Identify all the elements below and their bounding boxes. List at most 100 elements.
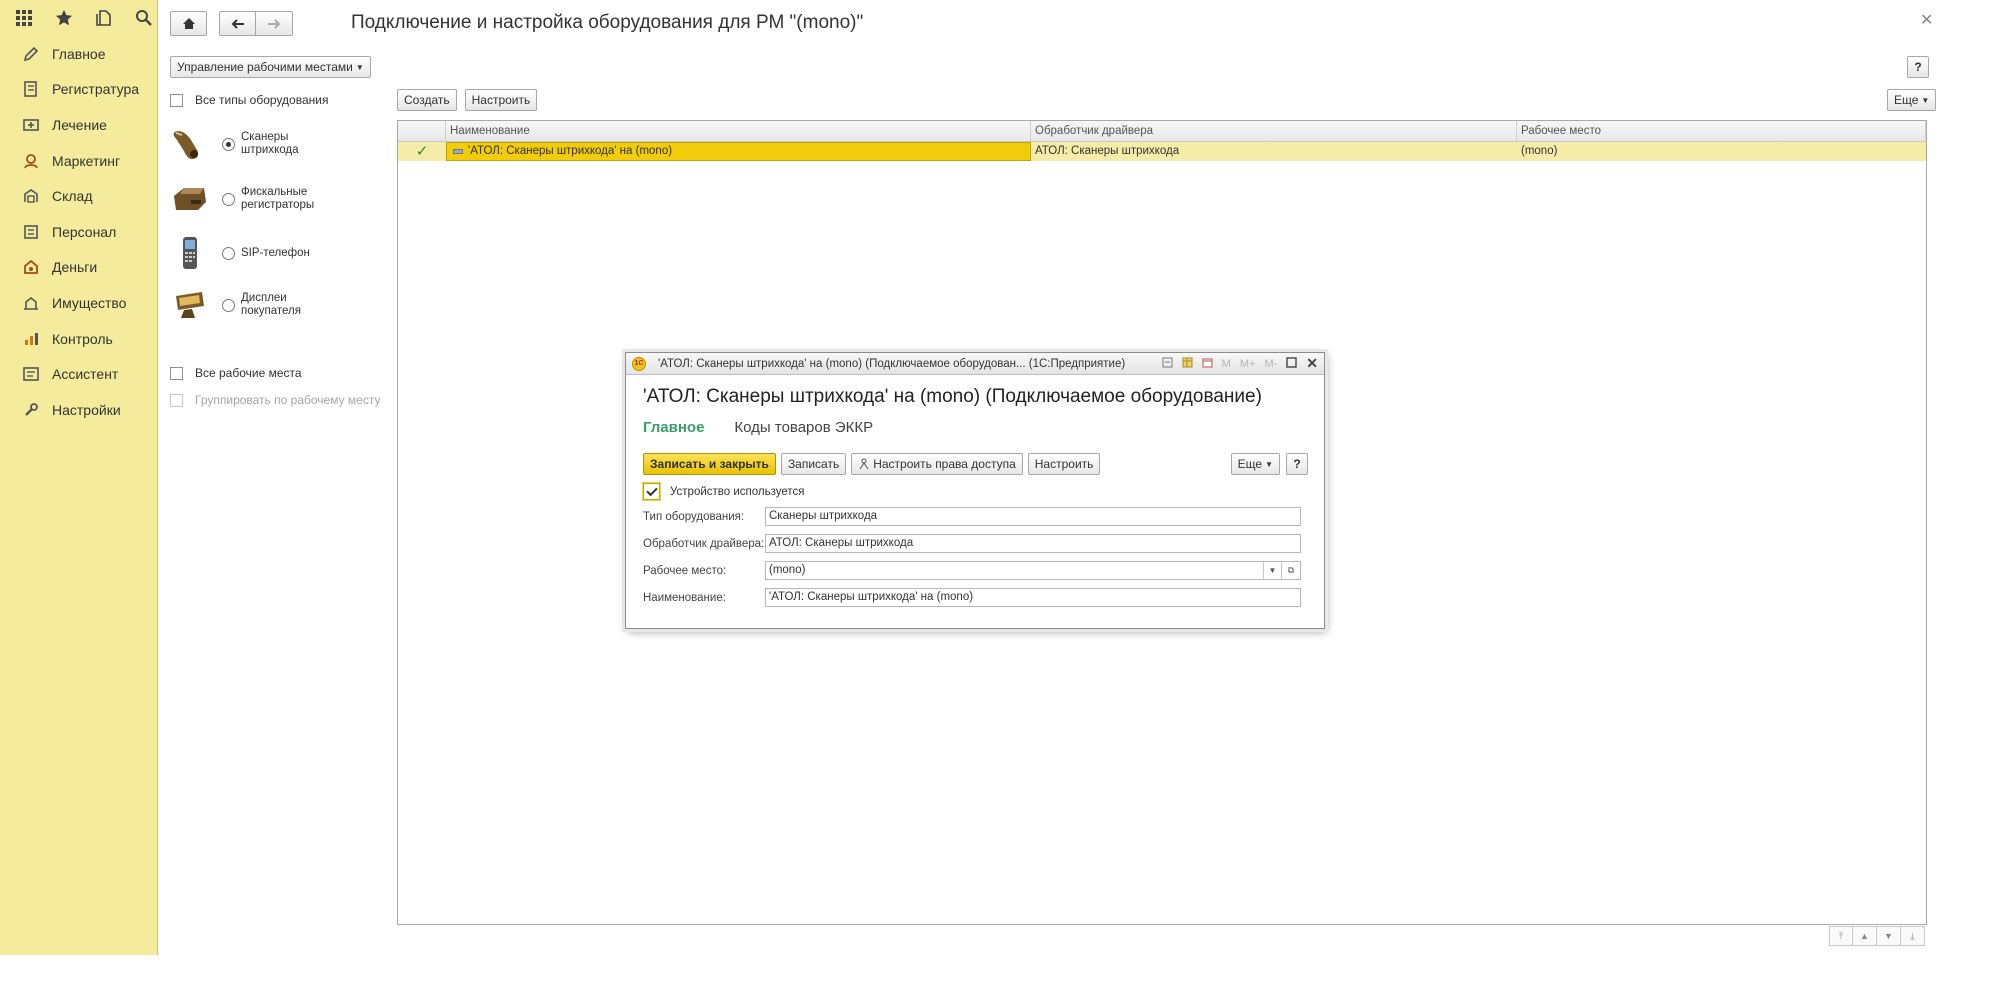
chevron-down-icon: ▼ bbox=[355, 62, 364, 72]
equipment-type-fiscal[interactable]: Фискальные регистраторы bbox=[170, 179, 341, 219]
property-icon bbox=[22, 294, 40, 312]
workplaces-dropdown[interactable]: Управление рабочими местами ▼ bbox=[170, 56, 371, 78]
table-cell-workplace[interactable]: (mono) bbox=[1517, 142, 1926, 161]
sidebar-item-label: Имущество bbox=[52, 294, 127, 311]
checkmark-icon: ✓ bbox=[415, 143, 429, 160]
all-workplaces-checkbox[interactable] bbox=[170, 366, 183, 380]
sidebar-item-marketing[interactable]: Маркетинг bbox=[0, 143, 157, 179]
table-cell-name[interactable]: 'АТОЛ: Сканеры штрихкода' на (mono) bbox=[446, 142, 1031, 161]
access-rights-button[interactable]: Настроить права доступа bbox=[851, 453, 1023, 475]
navigation-buttons bbox=[170, 11, 293, 36]
calendar-icon[interactable] bbox=[1202, 357, 1213, 371]
open-item-icon[interactable]: ⧉ bbox=[1281, 562, 1300, 579]
link-icon[interactable] bbox=[1162, 357, 1173, 371]
column-header-driver[interactable]: Обработчик драйвера bbox=[1031, 121, 1517, 141]
history-nav-group bbox=[219, 11, 293, 36]
sidebar: Главное Регистратура Лечение Маркетинг С… bbox=[0, 0, 158, 955]
workplace-input[interactable]: (mono) ▼ ⧉ bbox=[765, 561, 1301, 580]
search-icon[interactable] bbox=[134, 8, 154, 28]
dialog-configure-button[interactable]: Настроить bbox=[1027, 453, 1101, 475]
save-button[interactable]: Записать bbox=[780, 453, 847, 475]
arrow-right-icon bbox=[268, 18, 281, 29]
fiscal-printer-radio[interactable] bbox=[222, 192, 235, 206]
memory-plus-icon: M+ bbox=[1239, 357, 1256, 370]
row-name-text: 'АТОЛ: Сканеры штрихкода' на (mono) bbox=[468, 145, 673, 157]
scroll-down-icon[interactable]: ▼ bbox=[1877, 926, 1901, 946]
back-button[interactable] bbox=[219, 11, 256, 36]
device-used-label: Устройство используется bbox=[670, 485, 805, 498]
tab-main[interactable]: Главное bbox=[643, 419, 704, 436]
all-types-checkbox[interactable] bbox=[170, 93, 183, 107]
dialog-tabs: Главное Коды товаров ЭККР bbox=[643, 419, 873, 436]
register-icon bbox=[22, 80, 40, 98]
dialog-help-button[interactable]: ? bbox=[1286, 453, 1308, 475]
table-cell-driver[interactable]: АТОЛ: Сканеры штрихкода bbox=[1031, 142, 1517, 161]
sidebar-item-label: Настройки bbox=[52, 401, 121, 418]
sidebar-item-registry[interactable]: Регистратура bbox=[0, 72, 157, 108]
save-and-close-button[interactable]: Записать и закрыть bbox=[643, 453, 776, 475]
sidebar-item-staff[interactable]: Персонал bbox=[0, 214, 157, 250]
help-button[interactable]: ? bbox=[1907, 56, 1929, 78]
dialog-more-label: Еще bbox=[1237, 457, 1263, 471]
column-header-workplace[interactable]: Рабочее место bbox=[1517, 121, 1926, 141]
sidebar-item-warehouse[interactable]: Склад bbox=[0, 178, 157, 214]
device-used-checkbox[interactable] bbox=[643, 483, 660, 500]
dialog-close-icon[interactable]: ✕ bbox=[1306, 355, 1318, 372]
maximize-icon[interactable] bbox=[1286, 356, 1297, 371]
dialog-more-button[interactable]: Еще ▼ bbox=[1230, 453, 1280, 475]
dialog-right-toolbar: Еще ▼ ? bbox=[1230, 453, 1308, 475]
sip-phone-radio[interactable] bbox=[222, 246, 235, 260]
dialog-title-icons: M M+ M- ✕ bbox=[1162, 355, 1324, 372]
equipment-type-display[interactable]: Дисплеи покупателя bbox=[170, 285, 341, 325]
home-button[interactable] bbox=[170, 11, 207, 36]
sidebar-item-money[interactable]: Деньги bbox=[0, 250, 157, 286]
group-by-workplace-checkbox bbox=[170, 393, 183, 407]
equipment-type-sip[interactable]: SIP-телефон bbox=[170, 233, 341, 273]
sidebar-item-property[interactable]: Имущество bbox=[0, 285, 157, 321]
table-icon[interactable] bbox=[1182, 357, 1193, 371]
arrow-left-icon bbox=[231, 18, 244, 29]
table-row[interactable]: ✓ 'АТОЛ: Сканеры штрихкода' на (mono) АТ… bbox=[398, 142, 1926, 161]
configure-button[interactable]: Настроить bbox=[464, 89, 538, 111]
close-icon[interactable]: ✕ bbox=[1920, 10, 1933, 30]
customer-display-radio[interactable] bbox=[222, 298, 235, 312]
sip-phone-icon bbox=[170, 233, 210, 273]
equipment-type-field-label: Тип оборудования: bbox=[643, 510, 745, 523]
sidebar-item-settings[interactable]: Настройки bbox=[0, 392, 157, 428]
sidebar-item-assistant[interactable]: Ассистент bbox=[0, 356, 157, 392]
name-field: Наименование: 'АТОЛ: Сканеры штрихкода' … bbox=[643, 588, 1301, 607]
treatment-icon bbox=[22, 116, 40, 134]
tab-product-codes[interactable]: Коды товаров ЭККР bbox=[734, 419, 873, 436]
sidebar-item-control[interactable]: Контроль bbox=[0, 321, 157, 357]
driver-input[interactable]: АТОЛ: Сканеры штрихкода bbox=[765, 534, 1301, 553]
create-button[interactable]: Создать bbox=[397, 89, 457, 111]
equipment-type-input[interactable]: Сканеры штрихкода bbox=[765, 507, 1301, 526]
apps-grid-icon[interactable] bbox=[14, 8, 34, 28]
all-types-option[interactable]: Все типы оборудования bbox=[170, 93, 328, 107]
chevron-down-icon: ▼ bbox=[1921, 95, 1930, 105]
column-header-name[interactable]: Наименование bbox=[446, 121, 1031, 141]
name-field-label: Наименование: bbox=[643, 591, 726, 604]
name-input[interactable]: 'АТОЛ: Сканеры штрихкода' на (mono) bbox=[765, 588, 1301, 607]
forward-button[interactable] bbox=[256, 11, 293, 36]
favorites-star-icon[interactable] bbox=[54, 8, 74, 28]
dropdown-arrow-icon[interactable]: ▼ bbox=[1263, 562, 1281, 579]
sidebar-item-main[interactable]: Главное bbox=[0, 36, 157, 72]
equipment-type-barcode[interactable]: Сканеры штрихкода bbox=[170, 124, 341, 164]
scroll-up-icon[interactable]: ▲ bbox=[1853, 926, 1877, 946]
scroll-bottom-icon[interactable]: ⤓ bbox=[1901, 926, 1925, 946]
scroll-top-icon[interactable]: ⤒ bbox=[1829, 926, 1853, 946]
column-header-used[interactable] bbox=[398, 121, 446, 141]
history-icon[interactable] bbox=[94, 8, 114, 28]
all-workplaces-option[interactable]: Все рабочие места bbox=[170, 366, 302, 380]
more-button[interactable]: Еще ▼ bbox=[1887, 89, 1937, 111]
sidebar-item-label: Лечение bbox=[52, 116, 107, 133]
chart-icon bbox=[22, 330, 40, 348]
group-by-workplace-option: Группировать по рабочему месту bbox=[170, 393, 380, 407]
sidebar-item-treatment[interactable]: Лечение bbox=[0, 107, 157, 143]
dialog-heading: 'АТОЛ: Сканеры штрихкода' на (mono) (Под… bbox=[643, 386, 1262, 407]
device-used-option[interactable]: Устройство используется bbox=[643, 483, 805, 500]
barcode-scanner-radio[interactable] bbox=[222, 137, 235, 151]
fiscal-printer-icon bbox=[170, 179, 210, 219]
dialog-titlebar: 1С 'АТОЛ: Сканеры штрихкода' на (mono) (… bbox=[626, 353, 1324, 375]
